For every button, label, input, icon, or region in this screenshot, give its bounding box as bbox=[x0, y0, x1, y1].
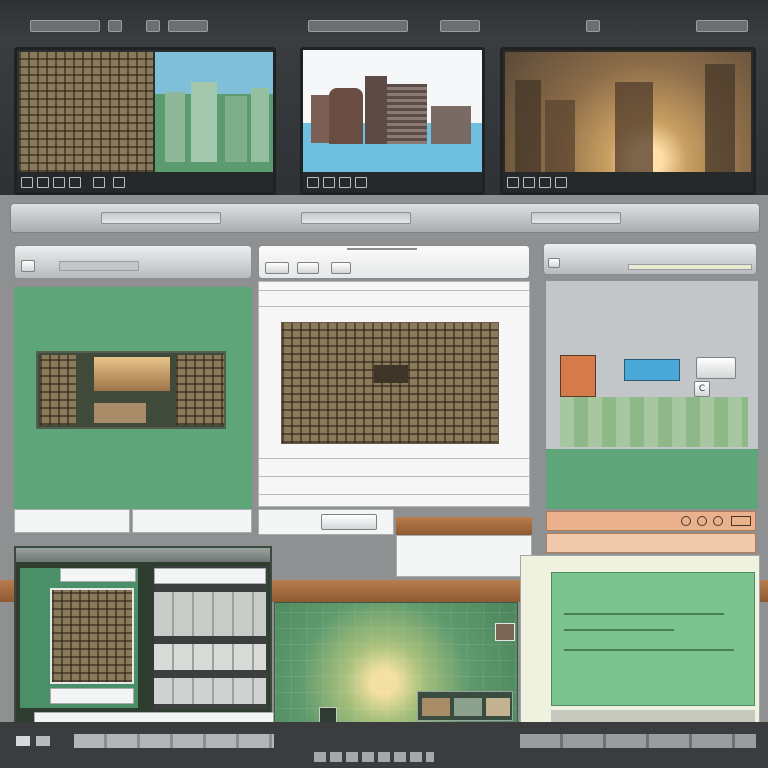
monitor-skyline[interactable] bbox=[300, 47, 485, 195]
right-input[interactable] bbox=[546, 533, 756, 553]
toolbar-button[interactable] bbox=[331, 262, 351, 274]
stop-icon[interactable] bbox=[539, 177, 551, 188]
left-footer-field[interactable] bbox=[132, 509, 252, 533]
toolbar-button[interactable] bbox=[146, 20, 160, 32]
toolbar-button[interactable] bbox=[108, 20, 122, 32]
pause-icon[interactable] bbox=[523, 177, 535, 188]
volume-icon[interactable] bbox=[355, 177, 367, 188]
play-icon[interactable] bbox=[21, 177, 33, 188]
toolbar-button[interactable] bbox=[440, 20, 480, 32]
stop-icon[interactable] bbox=[53, 177, 65, 188]
timeline-rail[interactable] bbox=[10, 203, 760, 233]
toolbar-button[interactable] bbox=[168, 20, 208, 32]
stop-icon[interactable] bbox=[339, 177, 351, 188]
radio-icon[interactable] bbox=[697, 516, 707, 526]
right-toolbar bbox=[546, 511, 756, 531]
center-footer-field[interactable] bbox=[258, 509, 394, 535]
right-panel-header bbox=[543, 243, 757, 275]
left-panel-header bbox=[14, 245, 252, 279]
center-document bbox=[258, 281, 530, 507]
city-grid-view bbox=[19, 52, 153, 172]
rail-segment[interactable] bbox=[301, 212, 411, 224]
menu-button[interactable] bbox=[21, 260, 35, 272]
right-panel-footer bbox=[546, 449, 758, 509]
toolbar-button[interactable] bbox=[30, 20, 100, 32]
radio-icon[interactable] bbox=[681, 516, 691, 526]
center-panel-header bbox=[258, 245, 530, 279]
taskbar-items[interactable] bbox=[74, 734, 274, 748]
dropdown-icon[interactable] bbox=[731, 516, 751, 526]
play-icon[interactable] bbox=[307, 177, 319, 188]
brick-divider bbox=[396, 517, 532, 535]
pause-icon[interactable] bbox=[37, 177, 49, 188]
toolbar-button[interactable] bbox=[297, 262, 319, 274]
menu-button[interactable] bbox=[548, 258, 560, 268]
monitor-city-grid[interactable] bbox=[14, 47, 276, 195]
taskbar-icon[interactable] bbox=[16, 736, 30, 746]
playback-controls bbox=[17, 172, 273, 192]
map-view[interactable] bbox=[274, 602, 518, 726]
playback-controls bbox=[303, 172, 482, 192]
window-titlebar bbox=[16, 548, 270, 562]
taskbar-icon[interactable] bbox=[36, 736, 50, 746]
terrain-strip bbox=[560, 397, 748, 447]
c-button[interactable]: C bbox=[694, 381, 710, 397]
record-icon[interactable] bbox=[69, 177, 81, 188]
toolbar-button[interactable] bbox=[586, 20, 600, 32]
map-marker-icon[interactable] bbox=[495, 623, 515, 641]
pause-icon[interactable] bbox=[323, 177, 335, 188]
progress-bar bbox=[628, 264, 752, 270]
rail-segment[interactable] bbox=[531, 212, 621, 224]
tile-orange[interactable] bbox=[560, 355, 596, 397]
ok-button[interactable] bbox=[321, 514, 377, 530]
radio-icon[interactable] bbox=[713, 516, 723, 526]
taskbar-tray[interactable] bbox=[314, 752, 434, 762]
title-field[interactable] bbox=[59, 261, 139, 271]
tile-blue[interactable] bbox=[624, 359, 680, 381]
left-footer-field[interactable] bbox=[14, 509, 130, 533]
map-control-icon[interactable] bbox=[319, 707, 337, 723]
monitor-sunset-city[interactable] bbox=[500, 47, 756, 195]
monitor-row bbox=[0, 40, 768, 195]
toolbar-button[interactable] bbox=[265, 262, 289, 274]
skyline-render bbox=[303, 50, 482, 172]
center-input-box[interactable] bbox=[396, 535, 532, 577]
settings-icon[interactable] bbox=[113, 177, 125, 188]
toggle-button[interactable] bbox=[696, 357, 736, 379]
skyline-view bbox=[155, 52, 273, 172]
left-panel-canvas bbox=[14, 287, 252, 509]
toolbar-button[interactable] bbox=[696, 20, 748, 32]
bottom-taskbar bbox=[0, 722, 768, 768]
taskbar-items[interactable] bbox=[520, 734, 756, 748]
map-thumbnails[interactable] bbox=[417, 691, 513, 721]
bottom-left-window[interactable] bbox=[14, 546, 274, 732]
play-icon[interactable] bbox=[507, 177, 519, 188]
record-icon[interactable] bbox=[555, 177, 567, 188]
top-toolbar bbox=[0, 0, 768, 40]
playback-controls bbox=[503, 172, 753, 192]
bottom-right-window bbox=[520, 555, 760, 725]
notes-area[interactable] bbox=[551, 572, 755, 706]
thumbnail-column bbox=[20, 568, 138, 708]
file-list[interactable] bbox=[154, 566, 268, 710]
sunset-city-view bbox=[505, 52, 751, 172]
right-canvas: C bbox=[546, 281, 758, 449]
rail-segment[interactable] bbox=[101, 212, 221, 224]
floorplan-image[interactable] bbox=[281, 322, 499, 444]
toolbar-button[interactable] bbox=[308, 20, 408, 32]
scrollbar[interactable] bbox=[551, 710, 755, 722]
image-strip[interactable] bbox=[36, 351, 226, 429]
frame-icon[interactable] bbox=[93, 177, 105, 188]
